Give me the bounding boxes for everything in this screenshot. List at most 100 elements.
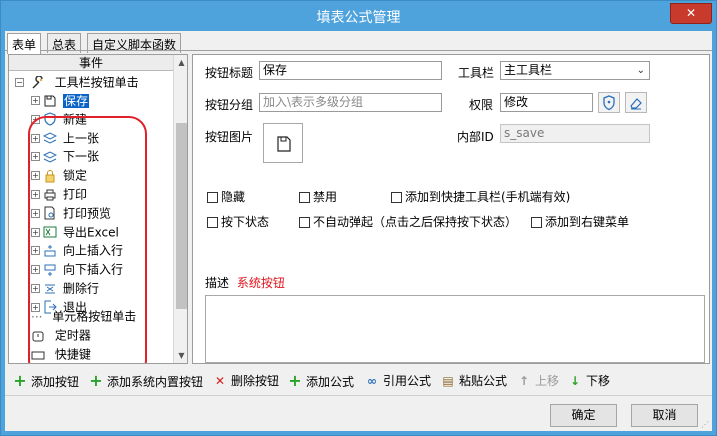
tree-item-timer[interactable]: 定时器	[31, 326, 91, 344]
checkbox-box[interactable]	[531, 217, 542, 228]
scroll-down-icon[interactable]: ▼	[174, 348, 187, 363]
expand-icon[interactable]: +	[31, 265, 40, 275]
title-bar[interactable]: 填表公式管理 ✕	[1, 1, 716, 31]
formula-manager-window: 填表公式管理 ✕ 表单 总表 自定义脚本函数 事件 − 工具栏按钮单击 + 保存 +…	[0, 0, 717, 436]
toolbar-select[interactable]: 主工具栏 ⌄	[500, 61, 650, 80]
button-group-input[interactable]: 加入\表示多级分组	[259, 93, 442, 112]
tree-root-label: 工具栏按钮单击	[54, 75, 139, 90]
add-button-button[interactable]: + 添加按钮	[13, 373, 79, 390]
tree-item[interactable]: + 新建	[31, 110, 87, 128]
internal-id-label: 内部ID	[457, 130, 494, 144]
tree-scrollbar[interactable]: ▲ ▼	[173, 55, 187, 363]
checkbox-disabled[interactable]: 禁用	[299, 188, 337, 205]
tree-header: 事件	[9, 55, 173, 71]
ok-button[interactable]: 确定	[550, 404, 617, 427]
checkbox-box[interactable]	[391, 192, 402, 203]
checkbox-box[interactable]	[207, 217, 218, 228]
delete-x-icon: ✕	[214, 374, 226, 388]
chevron-down-icon: ⌄	[636, 65, 645, 76]
insert-row-above-icon	[44, 244, 56, 257]
expand-icon[interactable]: +	[31, 152, 40, 162]
tree-item[interactable]: + 删除行	[31, 279, 99, 297]
move-up-button[interactable]: ↑ 上移	[517, 373, 559, 389]
tree-item[interactable]: + 锁定	[31, 166, 87, 184]
window-title: 填表公式管理	[316, 10, 401, 26]
tree-line-icon: ···	[31, 309, 43, 324]
button-group-label: 按钮分组	[205, 98, 254, 112]
expand-icon[interactable]: +	[31, 133, 40, 143]
checkbox-label: 按下状态	[221, 215, 270, 229]
tree-item-label: 保存	[63, 93, 90, 108]
tree-item[interactable]: + 向上插入行	[31, 241, 123, 259]
tree-item-label: 导出Excel	[63, 225, 119, 240]
permission-input[interactable]: 修改	[500, 93, 593, 112]
resize-grip-icon[interactable]: ⋰	[701, 420, 711, 430]
tree-item-label: 删除行	[63, 281, 100, 296]
tree-item[interactable]: + 打印	[31, 185, 87, 203]
toolbar-label: 工具栏	[458, 66, 495, 80]
scroll-thumb[interactable]	[176, 123, 187, 309]
add-formula-button[interactable]: + 添加公式	[288, 373, 354, 390]
tree-item-label: 打印	[63, 187, 88, 202]
expand-icon[interactable]: +	[31, 114, 40, 124]
expand-icon[interactable]: +	[31, 190, 40, 199]
checkbox-box[interactable]	[299, 217, 310, 228]
paste-icon: ▤	[442, 374, 454, 388]
tree-root[interactable]: − 工具栏按钮单击	[15, 73, 139, 91]
tree-item-label: 单元格按钮单击	[52, 309, 137, 324]
toolbar-divider	[5, 395, 712, 396]
tree-item[interactable]: + 下一张	[31, 147, 99, 165]
collapse-icon[interactable]: −	[15, 78, 24, 87]
checkbox-context-menu[interactable]: 添加到右键菜单	[531, 213, 629, 230]
permission-label: 权限	[469, 98, 494, 112]
clear-permission-button[interactable]	[625, 92, 647, 113]
button-image-picker[interactable]	[263, 123, 303, 163]
expand-icon[interactable]: +	[31, 246, 40, 256]
tree-item-label: 打印预览	[63, 206, 112, 221]
move-down-button[interactable]: ↓ 下移	[568, 373, 610, 389]
checkbox-box[interactable]	[207, 192, 218, 203]
checkbox-quick-toolbar[interactable]: 添加到快捷工具栏(手机端有效)	[391, 188, 570, 205]
expand-icon[interactable]: +	[31, 227, 40, 237]
scroll-up-icon[interactable]: ▲	[174, 55, 187, 70]
checkbox-label: 隐藏	[221, 190, 246, 204]
tree-item[interactable]: + 上一张	[31, 129, 99, 147]
expand-icon[interactable]: +	[31, 171, 40, 181]
tree-item-cell-button[interactable]: ··· 单元格按钮单击	[31, 307, 136, 325]
tree-item[interactable]: + 导出Excel	[31, 223, 119, 241]
button-title-input[interactable]: 保存	[259, 61, 442, 80]
permission-shield-button[interactable]	[598, 92, 620, 113]
print-preview-icon	[44, 206, 55, 220]
add-system-button-button[interactable]: + 添加系统内置按钮	[89, 373, 203, 390]
checkbox-no-auto-release[interactable]: 不自动弹起（点击之后保持按下状态）	[299, 213, 517, 230]
tab-form[interactable]: 表单	[7, 33, 42, 54]
timer-icon	[32, 331, 44, 341]
description-textarea[interactable]	[205, 295, 705, 363]
tree-item[interactable]: + 打印预览	[31, 204, 111, 222]
checkbox-label: 不自动弹起（点击之后保持按下状态）	[313, 215, 518, 229]
checkbox-box[interactable]	[299, 192, 310, 203]
paste-formula-button[interactable]: ▤ 粘贴公式	[441, 373, 507, 389]
plus-icon: +	[13, 371, 27, 390]
shield-icon	[603, 95, 615, 111]
checkbox-hidden[interactable]: 隐藏	[207, 188, 245, 205]
expand-icon[interactable]: +	[31, 284, 40, 293]
description-label: 描述	[205, 276, 230, 290]
arrow-down-icon: ↓	[569, 374, 581, 388]
checkbox-pressed-state[interactable]: 按下状态	[207, 213, 269, 230]
button-image-label: 按钮图片	[205, 130, 254, 144]
description-value: 系统按钮	[236, 276, 285, 290]
expand-icon[interactable]: +	[31, 208, 40, 218]
tree-item-hotkey[interactable]: 快捷键	[31, 345, 91, 363]
expand-icon[interactable]: +	[31, 96, 40, 105]
delete-button-button[interactable]: ✕ 删除按钮	[213, 373, 279, 389]
cancel-button[interactable]: 取消	[631, 404, 698, 427]
event-tree[interactable]: 事件 − 工具栏按钮单击 + 保存 + 新建 + 上一张 + 下一张 + 锁定 + 打印 + 打印预览 + 导…	[8, 54, 188, 364]
link-icon: ∞	[367, 374, 377, 388]
tree-item[interactable]: + 向下插入行	[31, 260, 123, 278]
cite-formula-button[interactable]: ∞ 引用公式	[365, 373, 431, 389]
toolbar-label: 引用公式	[383, 374, 432, 388]
toolbar-label: 添加系统内置按钮	[107, 375, 204, 389]
close-button[interactable]: ✕	[670, 3, 712, 24]
tree-item[interactable]: + 保存	[31, 91, 90, 109]
